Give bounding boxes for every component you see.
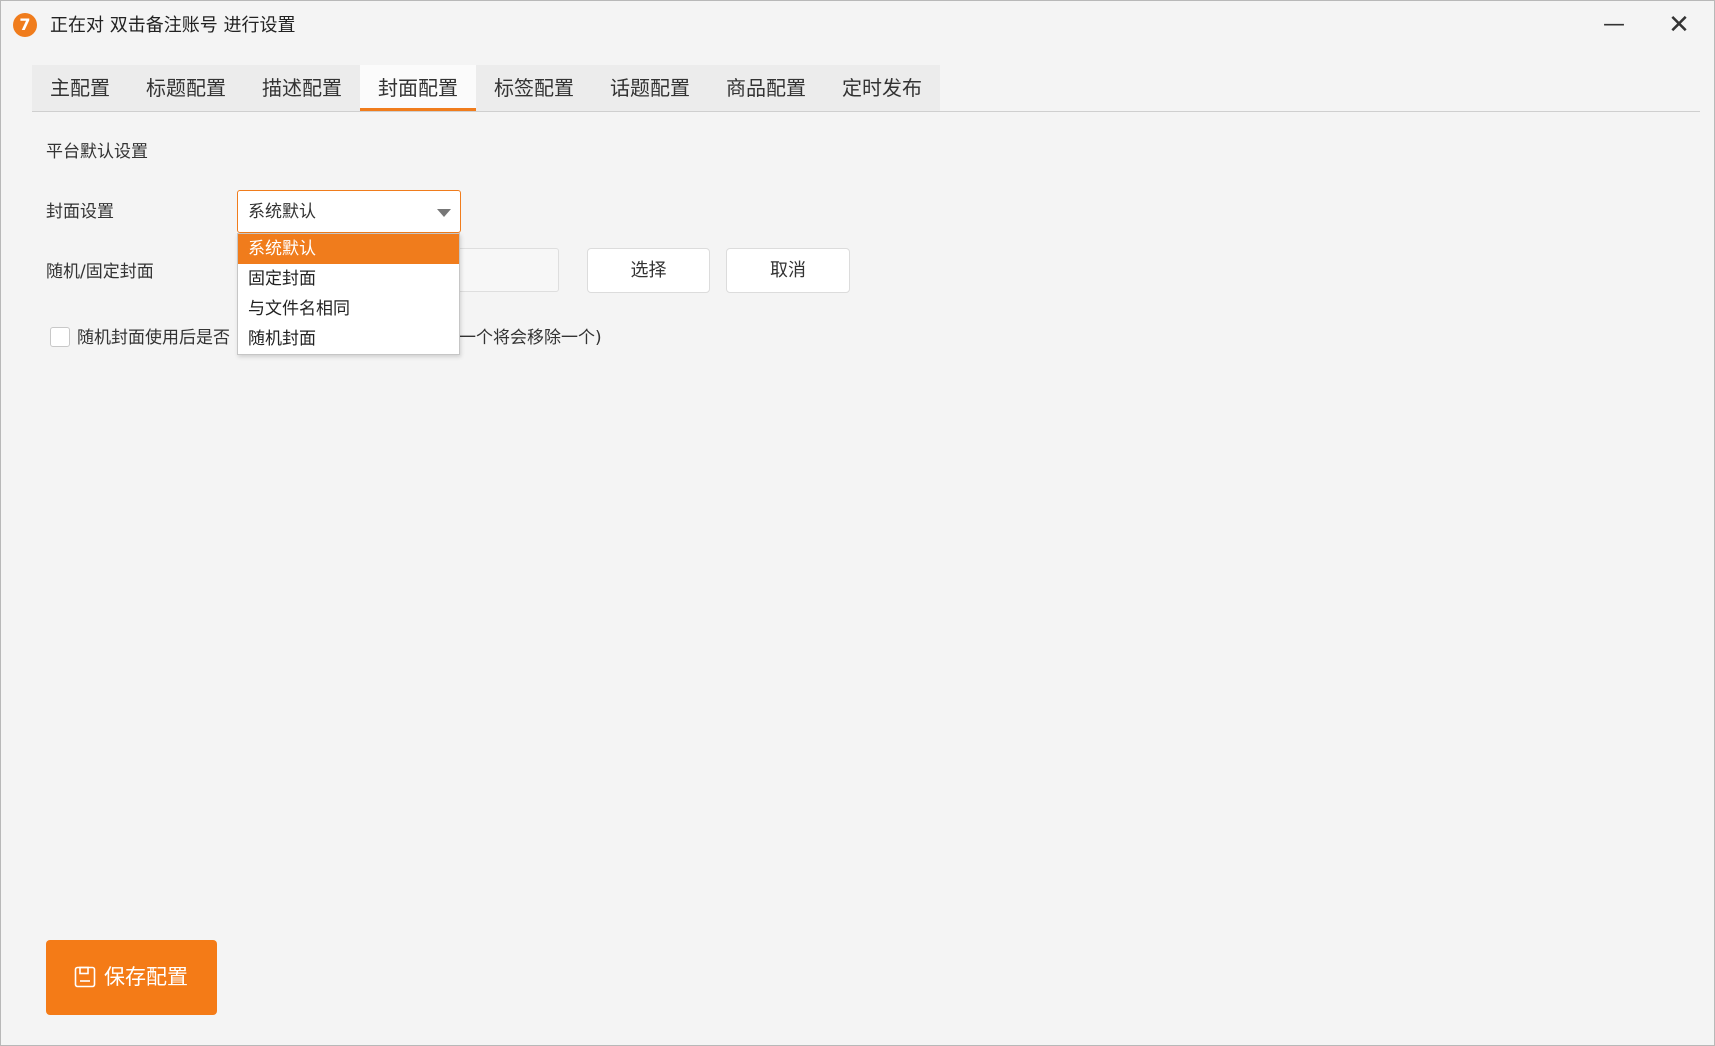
app-logo-icon: 7 bbox=[13, 13, 37, 37]
tab-title-config[interactable]: 标题配置 bbox=[128, 65, 244, 111]
option-random-cover[interactable]: 随机封面 bbox=[238, 324, 459, 354]
cover-setting-select[interactable]: 系统默认 bbox=[237, 190, 461, 233]
random-fixed-cover-label: 随机/固定封面 bbox=[46, 262, 154, 282]
cover-setting-label: 封面设置 bbox=[46, 202, 114, 222]
option-system-default[interactable]: 系统默认 bbox=[238, 234, 459, 264]
select-cover-button[interactable]: 选择 bbox=[587, 248, 710, 293]
remove-after-use-label: 随机封面使用后是否 bbox=[77, 328, 230, 348]
settings-window: 7 正在对 双击备注账号 进行设置 — ✕ 主配置 标题配置 描述配置 封面配置… bbox=[0, 0, 1715, 1046]
tab-product-config[interactable]: 商品配置 bbox=[708, 65, 824, 111]
cancel-cover-button[interactable]: 取消 bbox=[726, 248, 850, 293]
remove-after-use-label-tail: 一个将会移除一个) bbox=[459, 328, 602, 348]
cover-setting-dropdown: 系统默认 固定封面 与文件名相同 随机封面 bbox=[237, 233, 460, 355]
section-title: 平台默认设置 bbox=[46, 142, 148, 162]
save-config-button[interactable]: 保存配置 bbox=[46, 940, 217, 1015]
tab-scheduled-publish[interactable]: 定时发布 bbox=[824, 65, 940, 111]
tab-tag-config[interactable]: 标签配置 bbox=[476, 65, 592, 111]
save-icon bbox=[74, 966, 96, 988]
option-fixed-cover[interactable]: 固定封面 bbox=[238, 264, 459, 294]
tab-topic-config[interactable]: 话题配置 bbox=[592, 65, 708, 111]
tab-main-config[interactable]: 主配置 bbox=[32, 65, 128, 111]
title-bar: 7 正在对 双击备注账号 进行设置 — ✕ bbox=[1, 1, 1714, 51]
remove-after-use-checkbox[interactable] bbox=[50, 327, 70, 347]
close-button[interactable]: ✕ bbox=[1656, 7, 1702, 43]
tab-description-config[interactable]: 描述配置 bbox=[244, 65, 360, 111]
tab-cover-config[interactable]: 封面配置 bbox=[360, 65, 476, 111]
save-config-label: 保存配置 bbox=[104, 965, 188, 989]
option-same-as-filename[interactable]: 与文件名相同 bbox=[238, 294, 459, 324]
chevron-down-icon bbox=[437, 209, 451, 217]
cover-setting-value: 系统默认 bbox=[248, 202, 316, 222]
config-tabs: 主配置 标题配置 描述配置 封面配置 标签配置 话题配置 商品配置 定时发布 bbox=[32, 65, 940, 111]
minimize-button[interactable]: — bbox=[1591, 7, 1637, 43]
window-title: 正在对 双击备注账号 进行设置 bbox=[50, 15, 296, 36]
